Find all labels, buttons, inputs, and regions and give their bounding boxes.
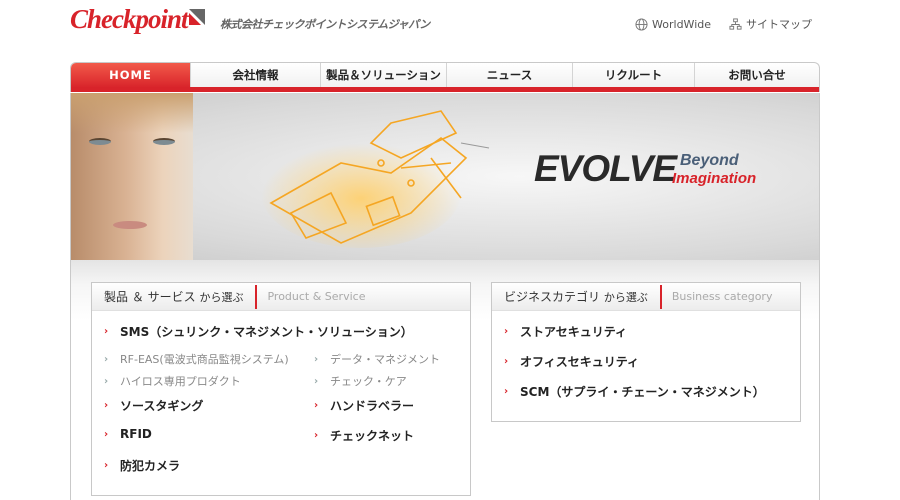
arrow-icon: › <box>314 400 319 411</box>
product-source-tagging-link[interactable]: › ソースタギング <box>104 397 203 414</box>
content-area: 製品 ＆ サービス から選ぶ Product & Service › SMS（シ… <box>70 260 820 500</box>
checkpoint-logo[interactable]: Checkpoint <box>70 4 189 35</box>
arrow-icon: › <box>104 460 109 471</box>
nav-home[interactable]: HOME <box>71 63 191 88</box>
hero-banner: EVOLVE Beyond Imagination <box>70 93 820 260</box>
business-panel-title-en: Business category <box>671 290 773 303</box>
sitemap-link[interactable]: サイトマップ <box>729 16 812 32</box>
model-portrait <box>71 93 193 260</box>
arrow-icon: › <box>104 428 109 440</box>
glowing-shirt-graphic <box>261 110 490 248</box>
nav-contact[interactable]: お問い合せ <box>695 63 819 88</box>
nav-recruit[interactable]: リクルート <box>573 63 695 88</box>
arrow-icon: › <box>314 353 319 365</box>
product-sms-link[interactable]: › SMS（シュリンク・マネジメント・ソリューション） <box>104 323 413 340</box>
logo-mark-icon <box>189 9 205 25</box>
arrow-icon: › <box>104 353 109 365</box>
arrow-icon: › <box>504 326 509 337</box>
business-category-panel: ビジネスカテゴリ から選ぶ Business category › ストアセキュ… <box>491 282 801 422</box>
nav-company[interactable]: 会社情報 <box>191 63 321 88</box>
globe-icon <box>635 17 648 31</box>
product-security-camera-link[interactable]: › 防犯カメラ <box>104 457 180 474</box>
arrow-icon: › <box>104 326 109 337</box>
product-panel-header: 製品 ＆ サービス から選ぶ Product & Service <box>92 283 470 311</box>
business-store-security-link[interactable]: › ストアセキュリティ <box>504 323 627 340</box>
business-scm-link[interactable]: › SCM（サプライ・チェーン・マネジメント） <box>504 383 765 400</box>
hero-tagline-beyond: Beyond <box>680 152 739 169</box>
hero-headline: EVOLVE <box>534 148 677 189</box>
product-rfid-link[interactable]: › RFID <box>104 427 152 441</box>
nav-products[interactable]: 製品＆ソリューション <box>321 63 447 88</box>
utility-links: WorldWide サイトマップ <box>635 16 812 32</box>
main-nav: HOME 会社情報 製品＆ソリューション ニュース リクルート お問い合せ <box>70 62 820 92</box>
business-panel-header: ビジネスカテゴリ から選ぶ Business category <box>492 283 800 311</box>
product-check-care-link[interactable]: › チェック・ケア <box>314 373 407 389</box>
business-panel-title: ビジネスカテゴリ から選ぶ <box>492 284 662 309</box>
product-panel-title: 製品 ＆ サービス から選ぶ <box>92 284 258 309</box>
nav-news[interactable]: ニュース <box>447 63 573 88</box>
arrow-icon: › <box>504 356 509 367</box>
arrow-icon: › <box>504 386 509 397</box>
hero-tagline-imagination: Imagination <box>672 170 757 187</box>
arrow-icon: › <box>104 375 109 387</box>
product-panel-title-en: Product & Service <box>267 290 366 303</box>
product-rf-eas-link[interactable]: › RF-EAS(電波式商品監視システム) <box>104 351 289 367</box>
worldwide-link[interactable]: WorldWide <box>635 18 711 31</box>
sitemap-icon <box>729 17 742 30</box>
arrow-icon: › <box>314 375 319 387</box>
business-office-security-link[interactable]: › オフィスセキュリティ <box>504 353 639 370</box>
sitemap-label: サイトマップ <box>746 18 812 31</box>
worldwide-label: WorldWide <box>652 17 711 31</box>
company-name-jp: 株式会社チェックポイントシステムジャパン <box>220 18 430 31</box>
product-high-loss-link[interactable]: › ハイロス専用プロダクト <box>104 373 241 389</box>
product-checknet-link[interactable]: › チェックネット <box>314 427 414 444</box>
product-hand-labeler-link[interactable]: › ハンドラベラー <box>314 397 414 414</box>
arrow-icon: › <box>314 430 319 441</box>
product-service-panel: 製品 ＆ サービス から選ぶ Product & Service › SMS（シ… <box>91 282 471 496</box>
arrow-icon: › <box>104 400 109 411</box>
product-data-management-link[interactable]: › データ・マネジメント <box>314 351 440 367</box>
